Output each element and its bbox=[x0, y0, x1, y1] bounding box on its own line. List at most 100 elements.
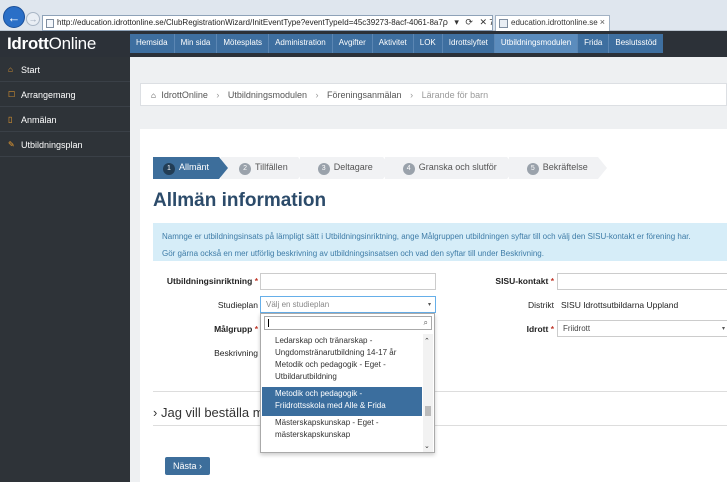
step-number: 3 bbox=[317, 163, 330, 175]
app-header: IdrottOnline Hemsida Min sida Mötesplats… bbox=[0, 31, 727, 57]
order-accordion[interactable]: › Jag vill beställa m bbox=[153, 405, 264, 420]
dropdown-option-highlighted[interactable]: Metodik och pedagogik - Friidrottsskola … bbox=[262, 387, 422, 416]
idrott-label: Idrott * bbox=[440, 324, 554, 334]
scroll-thumb[interactable] bbox=[425, 406, 431, 416]
label-text: Idrott bbox=[526, 324, 549, 334]
sidebar-item-utbildningsplan[interactable]: ✎ Utbildningsplan bbox=[0, 132, 130, 157]
dropdown-options: Ledarskap och tränarskap - Ungdomstränar… bbox=[262, 334, 422, 452]
nav-avgifter[interactable]: Avgifter bbox=[333, 34, 373, 53]
browser-toolbar: ← → http://education.idrottonline.se/Clu… bbox=[0, 0, 727, 31]
step-label: Tillfällen bbox=[255, 162, 288, 172]
dropdown-option[interactable]: Metodik och pedagogik - Eget - Utbildaru… bbox=[262, 358, 422, 387]
nav-beslutsstod[interactable]: Beslutsstöd bbox=[609, 34, 662, 53]
nav-idrottslyftet[interactable]: Idrottslyftet bbox=[443, 34, 495, 53]
document-icon: ▯ bbox=[8, 115, 13, 124]
label-text: Utbildningsinriktning bbox=[166, 276, 253, 286]
back-arrow-icon: ← bbox=[7, 9, 21, 25]
option-line1: Ledarskap och tränarskap - bbox=[275, 336, 373, 345]
sidebar-item-label: Utbildningsplan bbox=[21, 140, 83, 150]
text-cursor bbox=[268, 319, 269, 327]
breadcrumb-foreningsanmalan[interactable]: Föreningsanmälan bbox=[327, 90, 402, 100]
dropdown-option[interactable]: Mästerskapskunskap - Eget - mästerskapsk… bbox=[262, 416, 422, 445]
divider bbox=[153, 425, 727, 426]
search-icon: ⌕ bbox=[423, 318, 428, 327]
page-title: Allmän information bbox=[153, 190, 327, 211]
wizard-steps: 1 Allmänt 2 Tillfällen 3 Deltagare 4 Granska… bbox=[153, 157, 607, 179]
tab-favicon-icon bbox=[499, 19, 508, 28]
required-marker: * bbox=[254, 276, 258, 286]
breadcrumb-separator: › bbox=[315, 90, 319, 100]
step-label: Bekräftelse bbox=[542, 162, 588, 172]
nav-administration[interactable]: Administration bbox=[269, 34, 333, 53]
sidebar-item-start[interactable]: ⌂ Start bbox=[0, 57, 130, 82]
browser-tab[interactable]: education.idrottonline.se × bbox=[495, 15, 610, 31]
step-allmant[interactable]: 1 Allmänt bbox=[153, 157, 229, 179]
step-granska[interactable]: 4 Granska och slutför bbox=[384, 157, 516, 179]
option-line1: Metodik och pedagogik - bbox=[275, 389, 363, 398]
studieplan-select[interactable]: Välj en studieplan ▾ bbox=[260, 296, 436, 313]
sidebar-item-label: Anmälan bbox=[21, 115, 57, 125]
step-label: Allmänt bbox=[179, 162, 210, 172]
info-text-line2: Gör gärna också en mer utförlig beskrivn… bbox=[162, 249, 544, 258]
breadcrumb-current: Lärande för barn bbox=[421, 90, 489, 100]
malgrupp-label: Målgrupp * bbox=[160, 324, 258, 334]
nav-motesplats[interactable]: Mötesplats bbox=[217, 34, 270, 53]
step-tillfallen[interactable]: 2 Tillfällen bbox=[221, 157, 307, 179]
tab-close-icon[interactable]: × bbox=[600, 17, 605, 27]
idrott-select[interactable]: Friidrott ▾ bbox=[557, 320, 727, 337]
breadcrumb-home[interactable]: IdrottOnline bbox=[161, 90, 208, 100]
tab-title: education.idrottonline.se bbox=[511, 18, 598, 27]
nav-min-sida[interactable]: Min sida bbox=[175, 34, 218, 53]
dropdown-scrollbar[interactable]: ⌃ ⌄ bbox=[423, 334, 433, 452]
required-marker: * bbox=[550, 276, 554, 286]
step-deltagare[interactable]: 3 Deltagare bbox=[299, 157, 392, 179]
option-line1: Metodik och pedagogik - Eget - bbox=[275, 360, 386, 369]
info-text-line1: Namnge er utbildningsinsats på lämpligt … bbox=[162, 232, 691, 241]
required-marker: * bbox=[550, 324, 554, 334]
step-number: 5 bbox=[526, 163, 539, 175]
address-url: http://education.idrottonline.se/ClubReg… bbox=[57, 18, 493, 27]
chevron-right-icon: › bbox=[199, 461, 203, 471]
breadcrumb-utbildningsmodulen[interactable]: Utbildningsmodulen bbox=[228, 90, 307, 100]
breadcrumb: ⌂ IdrottOnline › Utbildningsmodulen › Fö… bbox=[140, 83, 727, 106]
top-nav: Hemsida Min sida Mötesplats Administrati… bbox=[130, 34, 663, 53]
dropdown-option[interactable]: Ledarskap och tränarskap - Ungdomstränar… bbox=[262, 334, 422, 358]
address-bar[interactable]: http://education.idrottonline.se/ClubReg… bbox=[42, 15, 493, 31]
info-box: Namnge er utbildningsinsats på lämpligt … bbox=[153, 223, 727, 261]
chevron-right-icon: › bbox=[153, 405, 158, 420]
dropdown-search-input[interactable]: ⌕ bbox=[264, 316, 432, 330]
sisu-kontakt-select[interactable] bbox=[557, 273, 727, 290]
forward-button[interactable]: → bbox=[26, 12, 40, 26]
distrikt-value: SISU Idrottsutbildarna Uppland bbox=[561, 300, 679, 310]
step-number: 1 bbox=[163, 163, 175, 175]
breadcrumb-separator: › bbox=[216, 90, 220, 100]
next-button[interactable]: Nästa › bbox=[165, 457, 210, 475]
logo[interactable]: IdrottOnline bbox=[7, 34, 96, 54]
accordion-label: Jag vill beställa m bbox=[160, 405, 264, 420]
logo-light: Online bbox=[48, 34, 97, 53]
sidebar-item-label: Start bbox=[21, 65, 41, 75]
nav-hemsida[interactable]: Hemsida bbox=[130, 34, 175, 53]
nav-aktivitet[interactable]: Aktivitet bbox=[373, 34, 414, 53]
home-icon: ⌂ bbox=[8, 65, 13, 74]
nav-utbildningsmodulen[interactable]: Utbildningsmodulen bbox=[494, 34, 579, 53]
step-bekraftelse[interactable]: 5 Bekräftelse bbox=[508, 157, 607, 179]
sidebar-item-anmalan[interactable]: ▯ Anmälan bbox=[0, 107, 130, 132]
option-line1: Mästerskapskunskap - Eget - bbox=[275, 418, 379, 427]
utbildningsinriktning-field[interactable] bbox=[260, 273, 436, 290]
back-button[interactable]: ← bbox=[3, 6, 25, 28]
utbildningsinriktning-label: Utbildningsinriktning * bbox=[160, 276, 258, 286]
studieplan-label: Studieplan bbox=[217, 300, 258, 310]
divider bbox=[153, 391, 727, 392]
sidebar-item-arrangemang[interactable]: ☐ Arrangemang bbox=[0, 82, 130, 107]
scroll-up-icon[interactable]: ⌃ bbox=[424, 337, 430, 345]
next-label: Nästa bbox=[172, 461, 197, 471]
page-icon bbox=[46, 19, 54, 28]
breadcrumb-separator: › bbox=[410, 90, 414, 100]
scroll-down-icon[interactable]: ⌄ bbox=[424, 442, 430, 450]
nav-frida[interactable]: Frida bbox=[578, 34, 610, 53]
nav-lok[interactable]: LOK bbox=[414, 34, 443, 53]
sidebar: ⌂ Start ☐ Arrangemang ▯ Anmälan ✎ Utbild… bbox=[0, 57, 130, 482]
address-actions-icon[interactable]: ρ ▾ ⟳ ✕ bbox=[442, 17, 489, 28]
forward-arrow-icon: → bbox=[28, 14, 38, 24]
